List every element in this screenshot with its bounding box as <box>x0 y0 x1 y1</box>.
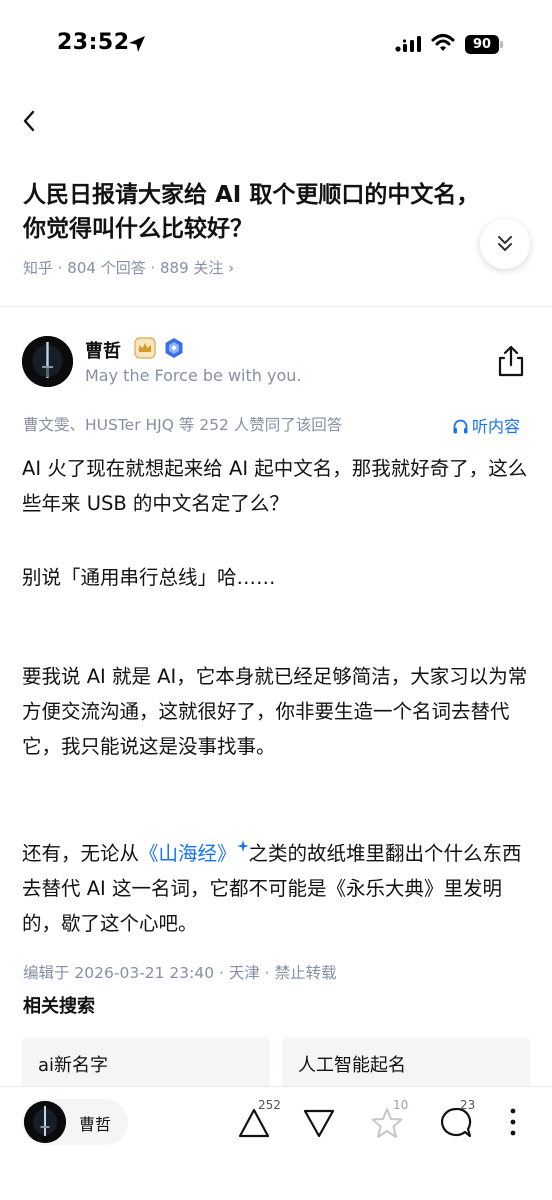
location-arrow-icon <box>129 36 145 52</box>
battery-indicator: 90 <box>465 35 505 54</box>
verified-badge-icon <box>165 338 183 358</box>
answer-paragraph-1: AI 火了现在就想起来给 AI 起中文名，那我就好奇了，这么些年来 USB 的中… <box>22 457 528 515</box>
paragraph-4-start: 还有，无论从 <box>22 842 140 865</box>
related-search-chip[interactable]: 人工智能起名 <box>282 1037 530 1092</box>
comment-count: 23 <box>460 1098 476 1112</box>
headphones-icon <box>453 419 468 434</box>
more-options-icon[interactable] <box>503 1105 523 1139</box>
downvote-button[interactable] <box>299 1103 339 1143</box>
status-bar: 23:52 90 <box>0 0 552 92</box>
status-time: 23:52 <box>57 30 130 55</box>
back-button[interactable] <box>14 104 48 138</box>
sparkle-icon <box>236 840 249 852</box>
avatar-image <box>22 336 73 387</box>
answer-paragraph-3: 要我说 AI 就是 AI，它本身就已经足够简洁，大家习以为常方便交流沟通，这就很… <box>22 665 528 758</box>
double-chevron-down-icon <box>498 236 512 251</box>
answer-paragraph-2: 别说「通用串行总线」哈…… <box>22 566 276 589</box>
battery-nub <box>500 41 503 48</box>
header-divider <box>0 306 552 307</box>
battery-level: 90 <box>465 35 499 54</box>
edit-meta: 编辑于 2026-03-21 23:40 · 天津 · 禁止转载 <box>23 964 337 982</box>
listen-button[interactable]: 听内容 <box>452 413 520 437</box>
share-button[interactable] <box>495 344 527 378</box>
author-avatar[interactable] <box>22 336 73 387</box>
pill-avatar-image <box>24 1101 66 1143</box>
expand-question-button[interactable] <box>480 219 530 269</box>
pill-author-name: 曹哲 <box>79 1115 112 1134</box>
related-search-chip[interactable]: ai新名字 <box>22 1037 270 1092</box>
related-search-title: 相关搜索 <box>23 996 95 1017</box>
question-title[interactable]: 人民日报请大家给 AI 取个更顺口的中文名，你觉得叫什么比较好？ <box>23 178 493 246</box>
bottom-action-bar: 曹哲 252 10 23 <box>0 1086 552 1200</box>
shanhaijing-link[interactable]: 《山海经》 <box>139 842 237 865</box>
wifi-icon <box>431 34 455 51</box>
author-pill[interactable]: 曹哲 <box>22 1099 128 1145</box>
vote-summary[interactable]: 曹文雯、HUSTer HJQ 等 252 人赞同了该回答 <box>23 413 342 435</box>
pill-avatar <box>24 1101 66 1143</box>
favorite-count: 10 <box>393 1098 409 1112</box>
upvote-count: 252 <box>258 1098 281 1112</box>
answer-paragraph-4: 还有，无论从《山海经》 之类的故纸堆里翻出个什么东西去替代 AI 这一名词，它都不… <box>22 836 532 941</box>
author-bio: May the Force be with you. <box>85 366 302 385</box>
author-name[interactable]: 曹哲 <box>85 337 121 363</box>
listen-label: 听内容 <box>472 417 521 436</box>
cellular-signal-icon <box>395 36 421 52</box>
crown-badge-icon <box>134 337 156 359</box>
question-meta[interactable]: 知乎 · 804 个回答 · 889 关注 › <box>23 257 234 278</box>
